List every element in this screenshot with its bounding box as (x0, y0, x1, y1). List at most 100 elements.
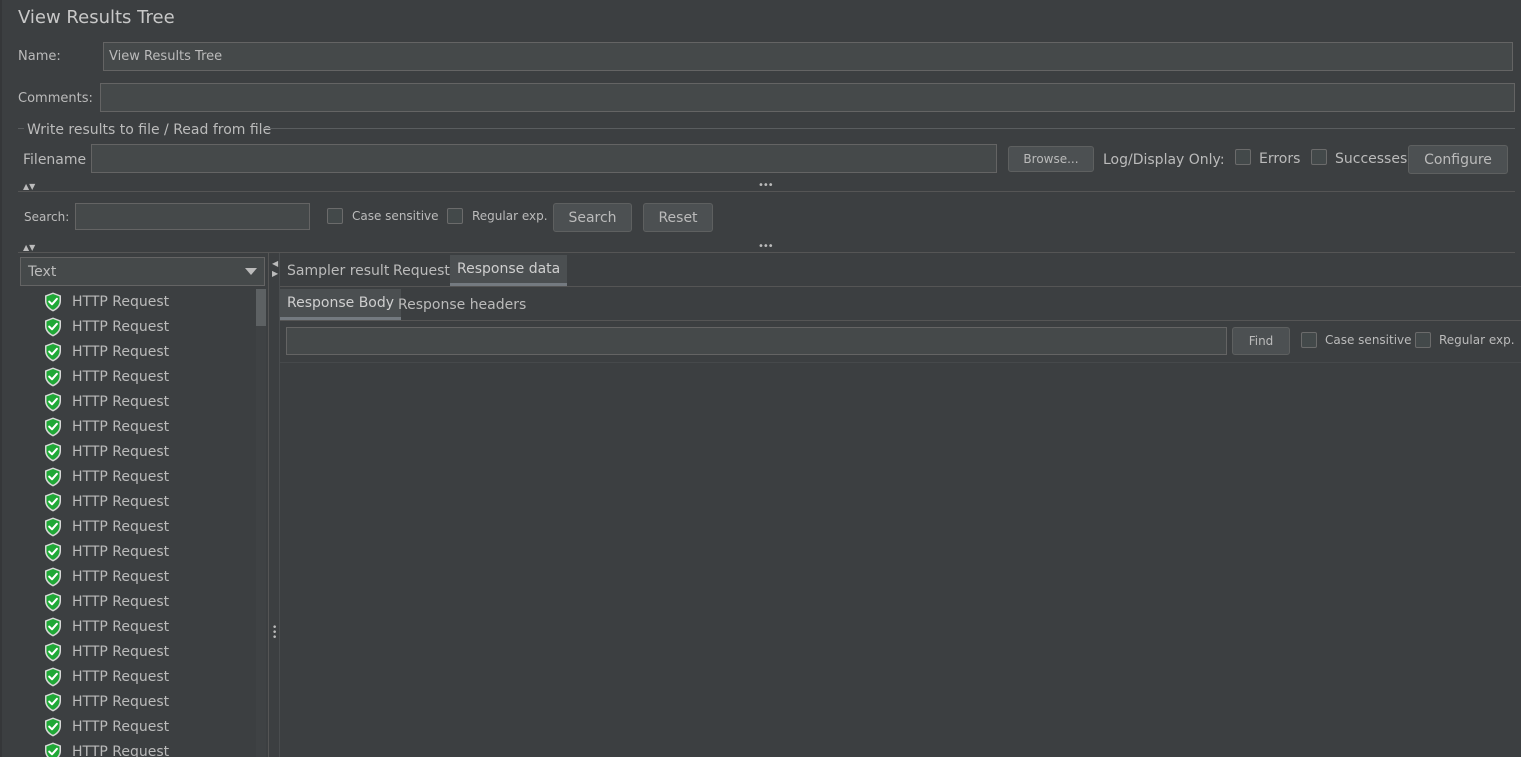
renderer-select[interactable]: Text (20, 257, 265, 286)
tree-item-label: HTTP Request (72, 643, 170, 660)
tree-item[interactable]: HTTP Request (44, 614, 169, 639)
dropdown-arrow-icon (245, 267, 257, 275)
regular-exp-checkbox[interactable] (447, 208, 463, 224)
tree-item-label: HTTP Request (72, 593, 170, 610)
find-input[interactable] (286, 327, 1227, 355)
splitter-line (18, 252, 1515, 253)
tree-item-label: HTTP Request (72, 743, 170, 757)
tab-response-data[interactable]: Response data (450, 255, 568, 286)
success-shield-icon (45, 367, 61, 386)
vertical-splitter-dots-icon[interactable]: • • • (272, 624, 277, 643)
find-regular-exp-label: Regular exp. (1439, 333, 1515, 347)
log-display-label: Log/Display Only: (1103, 152, 1225, 168)
find-button[interactable]: Find (1232, 327, 1290, 355)
collapse-arrows-icon[interactable]: ▲▼ (23, 243, 35, 252)
tab-request[interactable]: Request (386, 255, 457, 286)
success-shield-icon (45, 617, 61, 636)
tree-scrollbar[interactable] (256, 289, 266, 757)
find-case-sensitive-label: Case sensitive (1325, 333, 1412, 347)
tree-item[interactable]: HTTP Request (44, 289, 169, 314)
success-shield-icon (45, 642, 61, 661)
tree-item-label: HTTP Request (72, 693, 170, 710)
tree-item-label: HTTP Request (72, 443, 170, 460)
tree-item[interactable]: HTTP Request (44, 489, 169, 514)
tree-item-label: HTTP Request (72, 568, 170, 585)
tree-item[interactable]: HTTP Request (44, 514, 169, 539)
errors-label: Errors (1259, 151, 1301, 167)
window-edge (0, 0, 2, 757)
group-border-left (18, 128, 24, 129)
splitter-dots-icon[interactable]: ••• (758, 180, 774, 191)
name-field[interactable]: View Results Tree (103, 42, 1513, 71)
tree-scrollbar-thumb[interactable] (256, 289, 266, 326)
splitter-line (18, 191, 1515, 192)
tree-item-label: HTTP Request (72, 718, 170, 735)
vertical-splitter-line (268, 253, 269, 757)
reset-button[interactable]: Reset (643, 203, 713, 232)
tabs-separator (280, 286, 1521, 287)
tree-item[interactable]: HTTP Request (44, 739, 169, 757)
success-shield-icon (45, 592, 61, 611)
tree-item-label: HTTP Request (72, 393, 170, 410)
case-sensitive-label: Case sensitive (352, 209, 439, 223)
subtabs-separator (280, 320, 1521, 321)
tree-item[interactable]: HTTP Request (44, 539, 169, 564)
search-label: Search: (24, 210, 70, 224)
errors-checkbox[interactable] (1235, 149, 1251, 165)
tree-item[interactable]: HTTP Request (44, 314, 169, 339)
search-input[interactable] (75, 203, 310, 230)
tree-item[interactable]: HTTP Request (44, 339, 169, 364)
case-sensitive-checkbox[interactable] (327, 208, 343, 224)
success-shield-icon (45, 442, 61, 461)
regular-exp-label: Regular exp. (472, 209, 548, 223)
response-body-area[interactable] (280, 363, 1521, 757)
success-shield-icon (45, 517, 61, 536)
tree-item[interactable]: HTTP Request (44, 389, 169, 414)
find-case-sensitive-checkbox[interactable] (1301, 332, 1317, 348)
tree-item[interactable]: HTTP Request (44, 664, 169, 689)
success-shield-icon (45, 467, 61, 486)
success-shield-icon (45, 317, 61, 336)
tree-item-label: HTTP Request (72, 618, 170, 635)
renderer-select-value: Text (28, 263, 57, 280)
successes-checkbox[interactable] (1311, 149, 1327, 165)
success-shield-icon (45, 342, 61, 361)
tree-item-label: HTTP Request (72, 343, 170, 360)
collapse-arrows-icon[interactable]: ▲▼ (23, 182, 35, 191)
comments-field[interactable] (100, 83, 1515, 112)
file-group-legend: Write results to file / Read from file (27, 122, 272, 138)
filename-label: Filename (23, 152, 87, 168)
find-regular-exp-checkbox[interactable] (1415, 332, 1431, 348)
tree-item-label: HTTP Request (72, 368, 170, 385)
tab-sampler-result[interactable]: Sampler result (280, 255, 396, 286)
tab-response-headers[interactable]: Response headers (391, 289, 533, 320)
tree-item-label: HTTP Request (72, 418, 170, 435)
tree-item[interactable]: HTTP Request (44, 564, 169, 589)
success-shield-icon (45, 492, 61, 511)
tab-response-body[interactable]: Response Body (280, 289, 402, 320)
success-shield-icon (45, 542, 61, 561)
tree-item[interactable]: HTTP Request (44, 589, 169, 614)
group-border-right (264, 128, 1515, 129)
tree-item[interactable]: HTTP Request (44, 714, 169, 739)
splitter-dots-icon[interactable]: ••• (758, 241, 774, 252)
tree-item-label: HTTP Request (72, 293, 170, 310)
filename-field[interactable] (91, 144, 997, 173)
tree-item[interactable]: HTTP Request (44, 439, 169, 464)
results-tree[interactable]: HTTP Request HTTP Request HTTP Request HTTP… (0, 289, 256, 757)
tree-item[interactable]: HTTP Request (44, 414, 169, 439)
tree-item[interactable]: HTTP Request (44, 364, 169, 389)
tree-item[interactable]: HTTP Request (44, 464, 169, 489)
tree-item-label: HTTP Request (72, 468, 170, 485)
success-shield-icon (45, 692, 61, 711)
tree-item[interactable]: HTTP Request (44, 639, 169, 664)
comments-label: Comments: (18, 91, 93, 106)
configure-button[interactable]: Configure (1408, 145, 1508, 174)
browse-button[interactable]: Browse... (1008, 146, 1094, 172)
successes-label: Successes (1335, 151, 1408, 167)
tree-item[interactable]: HTTP Request (44, 689, 169, 714)
name-label: Name: (18, 49, 61, 64)
search-button[interactable]: Search (553, 203, 632, 232)
expand-collapse-arrows-icon[interactable]: ◀ ▶ (272, 259, 278, 279)
tree-item-label: HTTP Request (72, 668, 170, 685)
